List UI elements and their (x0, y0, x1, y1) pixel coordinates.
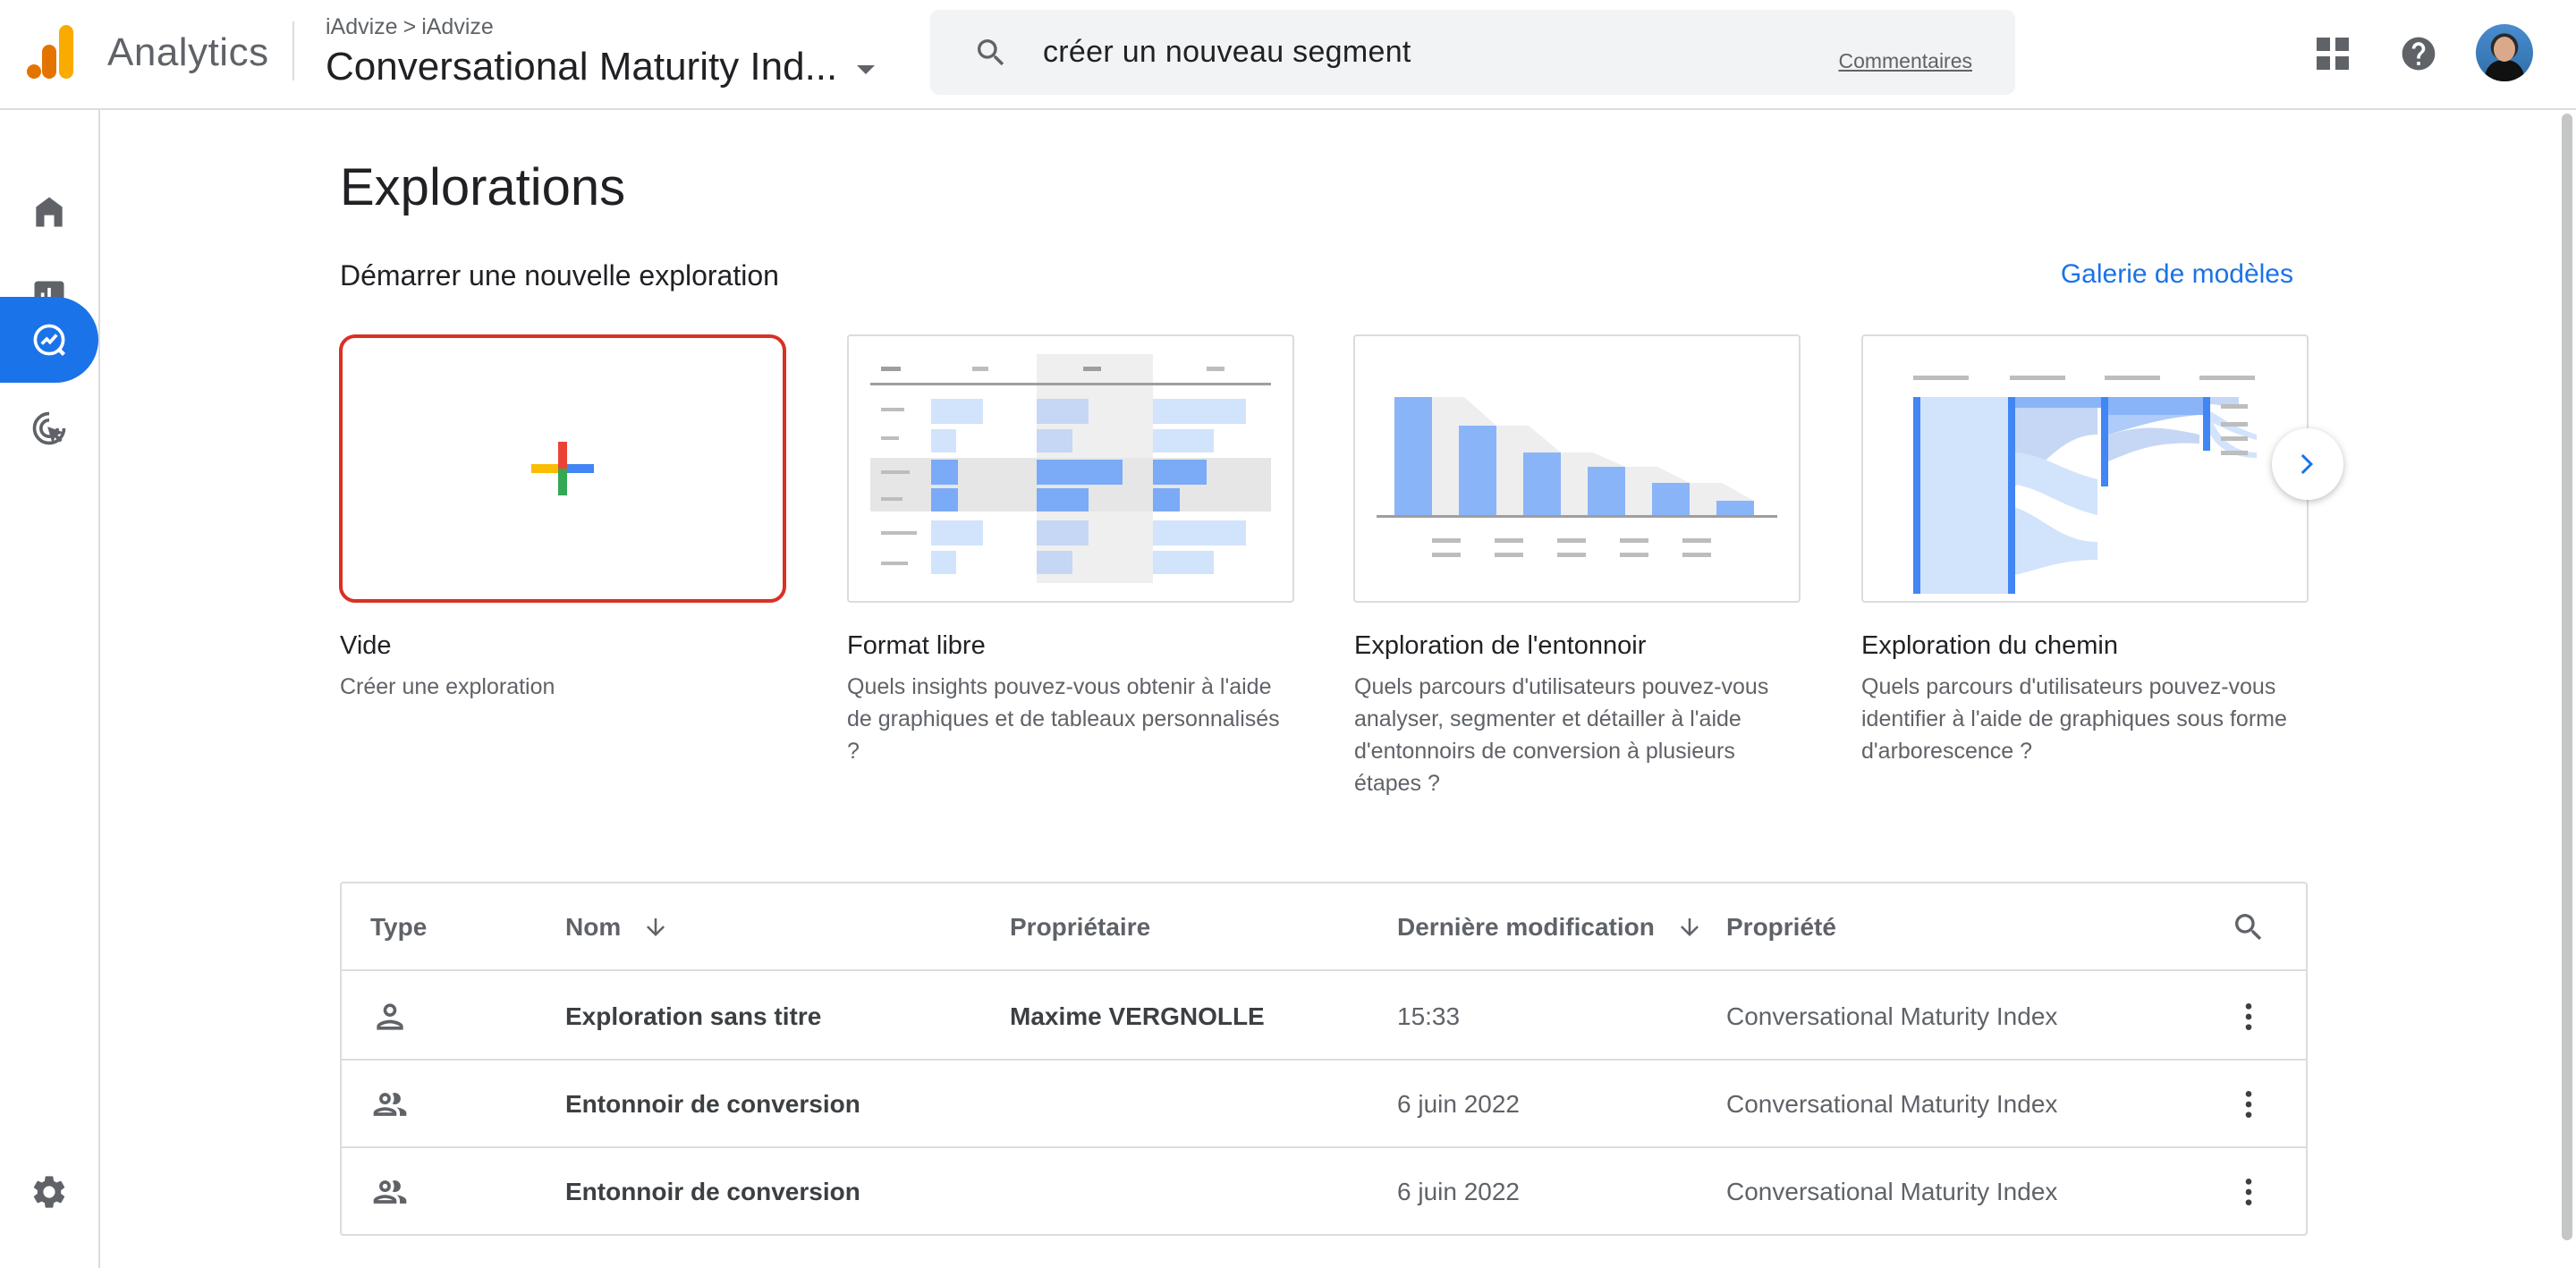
property-cell: Conversational Maturity Index (1726, 1002, 2058, 1030)
modified-cell: 6 juin 2022 (1397, 1178, 1521, 1205)
breadcrumb-account[interactable]: iAdvize (326, 14, 398, 40)
person-icon (377, 1003, 403, 1030)
owner-cell: Maxime VERGNOLLE (1010, 1002, 1265, 1030)
ads-target-icon (32, 411, 66, 445)
property-cell: Conversational Maturity Index (1726, 1178, 2058, 1205)
row-menu-button[interactable] (2231, 1148, 2267, 1236)
avatar-body (2485, 60, 2524, 81)
more-vert-icon (2245, 1003, 2252, 1030)
user-avatar[interactable] (2476, 24, 2533, 81)
column-header-property[interactable]: Propriété (1726, 883, 1836, 971)
property-selector[interactable]: Conversational Maturity Ind... (326, 45, 876, 89)
row-menu-button[interactable] (2231, 973, 2267, 1061)
column-header-name-label: Nom (565, 913, 622, 941)
table-header-row: Type Nom Propriétaire Dernière modificat… (342, 883, 2306, 971)
template-desc-free-form: Quels insights pouvez-vous obtenir à l'a… (847, 674, 1280, 764)
template-card-blank[interactable] (339, 334, 786, 603)
page-scrollbar[interactable] (2556, 110, 2576, 1268)
home-icon (36, 197, 63, 227)
people-icon (373, 1180, 407, 1204)
breadcrumb[interactable]: iAdvize > iAdvize (326, 14, 494, 40)
column-header-modified-label: Dernière modification (1397, 913, 1655, 941)
template-card-free-form[interactable] (847, 334, 1294, 603)
template-name-free-form: Format libre (847, 631, 986, 660)
search-icon (2235, 914, 2262, 941)
funnel-preview-icon (1377, 397, 1777, 557)
nav-advertising[interactable] (0, 385, 98, 471)
template-desc-blank: Créer une exploration (340, 674, 555, 699)
template-card-funnel[interactable] (1353, 334, 1801, 603)
feedback-link[interactable]: Commentaires (1838, 49, 1972, 73)
row-menu-button[interactable] (2231, 1061, 2267, 1148)
free-form-preview-icon (870, 354, 1271, 583)
chevron-right-icon (2301, 453, 2313, 475)
type-cell (370, 1061, 410, 1148)
help-icon[interactable] (2399, 34, 2438, 73)
page-title: Explorations (340, 158, 626, 216)
search-icon (978, 39, 1004, 66)
nav-settings[interactable] (0, 1149, 98, 1235)
product-name: Analytics (107, 30, 269, 74)
apps-grid-icon[interactable] (2315, 36, 2351, 72)
people-icon (373, 1093, 407, 1116)
section-title: Démarrer une nouvelle exploration (340, 259, 779, 292)
column-header-name[interactable]: Nom (565, 883, 669, 971)
column-header-modified[interactable]: Dernière modification (1397, 883, 1703, 971)
exploration-name-link[interactable]: Exploration sans titre (565, 973, 821, 1061)
nav-explore[interactable] (0, 297, 98, 383)
breadcrumb-separator: > (402, 14, 417, 39)
nav-home[interactable] (0, 169, 98, 255)
table-search-button[interactable] (2231, 883, 2267, 971)
more-vert-icon (2245, 1091, 2252, 1118)
column-header-type: Type (370, 913, 428, 941)
template-desc-path: Quels parcours d'utilisateurs pouvez-vou… (1861, 674, 2287, 764)
carousel-next-button[interactable] (2272, 428, 2343, 500)
path-preview-icon (1913, 376, 2257, 594)
header-divider (292, 21, 294, 80)
table-row[interactable]: Entonnoir de conversion 6 juin 2022 Conv… (342, 1061, 2306, 1148)
table-row[interactable]: Exploration sans titre Maxime VERGNOLLE … (342, 973, 2306, 1061)
gear-icon (33, 1176, 65, 1208)
scrollbar-thumb[interactable] (2562, 114, 2572, 1240)
modified-cell: 6 juin 2022 (1397, 1090, 1521, 1118)
type-cell (370, 973, 410, 1061)
template-name-path: Exploration du chemin (1861, 631, 2118, 660)
search-input[interactable]: créer un nouveau segment (1043, 35, 1411, 70)
template-card-path[interactable] (1861, 334, 2309, 603)
modified-cell: 15:33 (1397, 1002, 1461, 1030)
analytics-logo-icon[interactable] (27, 25, 75, 79)
template-desc-funnel: Quels parcours d'utilisateurs pouvez-vou… (1354, 674, 1769, 796)
caret-down-icon (857, 65, 876, 74)
breadcrumb-property[interactable]: iAdvize (421, 14, 494, 40)
exploration-name-link[interactable]: Entonnoir de conversion (565, 1148, 860, 1236)
property-cell: Conversational Maturity Index (1726, 1090, 2058, 1118)
arrow-down-icon[interactable] (1676, 914, 1703, 941)
column-header-owner[interactable]: Propriétaire (1010, 883, 1150, 971)
type-cell (370, 1148, 410, 1236)
arrow-down-icon[interactable] (642, 914, 669, 941)
search-bar[interactable]: créer un nouveau segment Commentaires (930, 10, 2015, 95)
explorations-table: Type Nom Propriétaire Dernière modificat… (340, 882, 2308, 1236)
template-name-funnel: Exploration de l'entonnoir (1354, 631, 1647, 660)
exploration-name-link[interactable]: Entonnoir de conversion (565, 1061, 860, 1148)
avatar-face (2494, 37, 2515, 62)
explore-icon (33, 324, 66, 357)
top-bar: Analytics iAdvize > iAdvize Conversation… (0, 0, 2576, 110)
property-name: Conversational Maturity Ind... (326, 45, 838, 89)
template-gallery-link[interactable]: Galerie de modèles (2061, 259, 2293, 290)
plus-icon (531, 442, 594, 495)
template-name-blank: Vide (340, 631, 392, 660)
left-nav (0, 110, 100, 1268)
more-vert-icon (2245, 1179, 2252, 1205)
table-row[interactable]: Entonnoir de conversion 6 juin 2022 Conv… (342, 1148, 2306, 1236)
